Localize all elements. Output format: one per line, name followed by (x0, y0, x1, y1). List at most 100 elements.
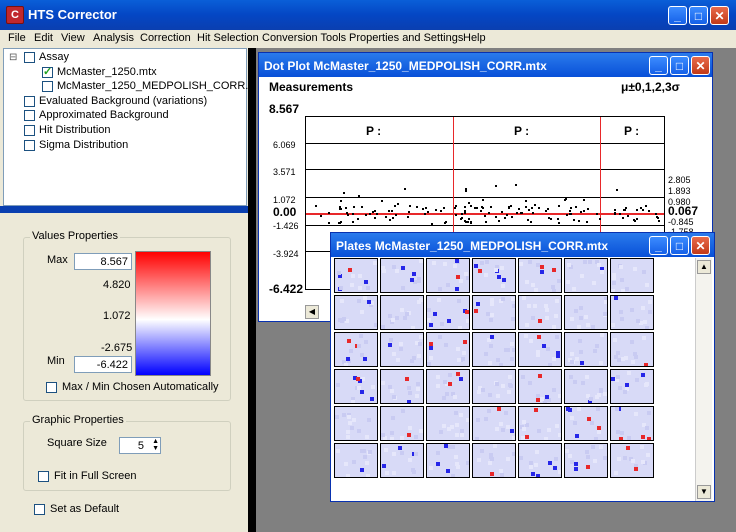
data-point (495, 216, 497, 218)
square-size-stepper[interactable]: 5 ▲ ▼ (119, 437, 161, 454)
menu-properties-settings[interactable]: Properties and Settings (349, 32, 463, 44)
plate-cell (426, 258, 470, 293)
data-point (395, 214, 397, 216)
data-point (614, 209, 616, 211)
left-tick-1: 6.069 (273, 140, 296, 150)
plates-maximize-button[interactable]: □ (670, 236, 689, 255)
data-point (392, 217, 394, 219)
close-button[interactable]: ✕ (710, 6, 729, 25)
data-point (627, 215, 629, 217)
data-point (583, 199, 585, 201)
plate-cell (380, 258, 424, 293)
data-point (365, 214, 367, 216)
data-point (361, 206, 363, 208)
plate-cell (334, 369, 378, 404)
menu-analysis[interactable]: Analysis (93, 32, 134, 44)
fit-full-screen-label: Fit in Full Screen (54, 470, 137, 482)
data-point (345, 207, 347, 209)
data-point (531, 207, 533, 209)
plates-minimize-button[interactable]: _ (649, 236, 668, 255)
tree-item-hit-distribution[interactable]: Hit Distribution (39, 123, 111, 137)
tree-item-medpolish[interactable]: McMaster_1250_MEDPOLISH_CORR.mtx (57, 79, 266, 93)
tree-item-mcmaster[interactable]: McMaster_1250.mtx (57, 65, 157, 79)
data-point (580, 211, 582, 213)
data-point (388, 210, 390, 212)
scroll-left-button[interactable]: ◀ (305, 305, 319, 319)
plates-close-button[interactable]: ✕ (691, 236, 710, 255)
plates-window[interactable]: Plates McMaster_1250_MEDPOLISH_CORR.mtx … (330, 232, 715, 502)
data-point (586, 221, 588, 223)
tree-item-approximated-background[interactable]: Approximated Background (39, 108, 169, 122)
scale-label-high: 4.820 (103, 279, 131, 291)
data-point (394, 205, 396, 207)
data-point (527, 219, 529, 221)
tree-item-sigma-distribution[interactable]: Sigma Distribution (39, 138, 128, 152)
data-point (339, 208, 341, 210)
tree-collapse-icon[interactable]: ⊟ (9, 52, 17, 63)
data-point (547, 208, 549, 210)
data-point (558, 205, 560, 207)
menu-edit[interactable]: Edit (34, 32, 53, 44)
data-point (347, 214, 349, 216)
menu-hit-selection[interactable]: Hit Selection (197, 32, 259, 44)
plate-cell (564, 295, 608, 330)
app-titlebar: C HTS Corrector _ □ ✕ (0, 0, 736, 30)
evaluated-background-checkbox[interactable] (24, 96, 35, 107)
menu-help[interactable]: Help (463, 32, 486, 44)
scroll-up-button[interactable]: ▲ (697, 260, 711, 274)
tree-item-evaluated-background[interactable]: Evaluated Background (variations) (39, 94, 207, 108)
hit-distribution-checkbox[interactable] (24, 125, 35, 136)
set-default-checkbox[interactable] (34, 504, 45, 515)
assay-tree: ⊟ Assay McMaster_1250.mtx McMaster_1250_… (3, 48, 266, 206)
maximize-button[interactable]: □ (689, 6, 708, 25)
max-input[interactable]: 8.567 (74, 253, 132, 270)
minimize-button[interactable]: _ (668, 6, 687, 25)
data-point (538, 207, 540, 209)
data-point (504, 217, 506, 219)
data-point (510, 205, 512, 207)
plate-cell (334, 332, 378, 367)
right-tick-1: 2.805 (668, 175, 691, 185)
dot-plot-maximize-button[interactable]: □ (670, 56, 689, 75)
left-tick-3: 1.072 (273, 195, 296, 205)
stepper-arrows-icon[interactable]: ▲ ▼ (152, 438, 159, 452)
tree-item-assay[interactable]: Assay (39, 50, 69, 64)
menu-view[interactable]: View (61, 32, 85, 44)
plate-cell (472, 258, 516, 293)
plate-cell (610, 332, 654, 367)
data-point (525, 200, 527, 202)
plates-scrollbar[interactable]: ▲ ▼ (695, 258, 712, 501)
auto-minmax-checkbox[interactable] (46, 382, 57, 393)
sigma-distribution-checkbox[interactable] (24, 140, 35, 151)
menu-conversion-tools[interactable]: Conversion Tools (262, 32, 346, 44)
data-point (636, 209, 638, 211)
plate-cell (472, 332, 516, 367)
item-checkbox-medpolish[interactable] (42, 81, 53, 92)
dot-plot-minimize-button[interactable]: _ (649, 56, 668, 75)
vertical-splitter[interactable] (248, 48, 256, 532)
data-point (409, 205, 411, 207)
plate-cell (380, 332, 424, 367)
approximated-background-checkbox[interactable] (24, 110, 35, 121)
fit-full-screen-checkbox[interactable] (38, 471, 49, 482)
dot-plot-close-button[interactable]: ✕ (691, 56, 710, 75)
min-input[interactable]: -6.422 (74, 356, 132, 373)
color-scale-bar (135, 251, 211, 376)
menu-file[interactable]: File (8, 32, 26, 44)
assay-checkbox[interactable] (24, 52, 35, 63)
data-point (511, 216, 513, 218)
panel-divider[interactable] (0, 206, 248, 213)
plate-cell (334, 295, 378, 330)
data-point (352, 213, 354, 215)
plate-cell (334, 258, 378, 293)
scroll-down-button[interactable]: ▼ (697, 485, 711, 499)
data-point (528, 209, 530, 211)
menu-correction[interactable]: Correction (140, 32, 191, 44)
auto-minmax-label: Max / Min Chosen Automatically (62, 381, 219, 393)
data-point (495, 185, 497, 187)
data-point (480, 210, 482, 212)
item-checkbox-mcmaster[interactable] (42, 65, 53, 78)
data-point (490, 206, 492, 208)
data-point (657, 217, 659, 219)
data-point (501, 211, 503, 213)
